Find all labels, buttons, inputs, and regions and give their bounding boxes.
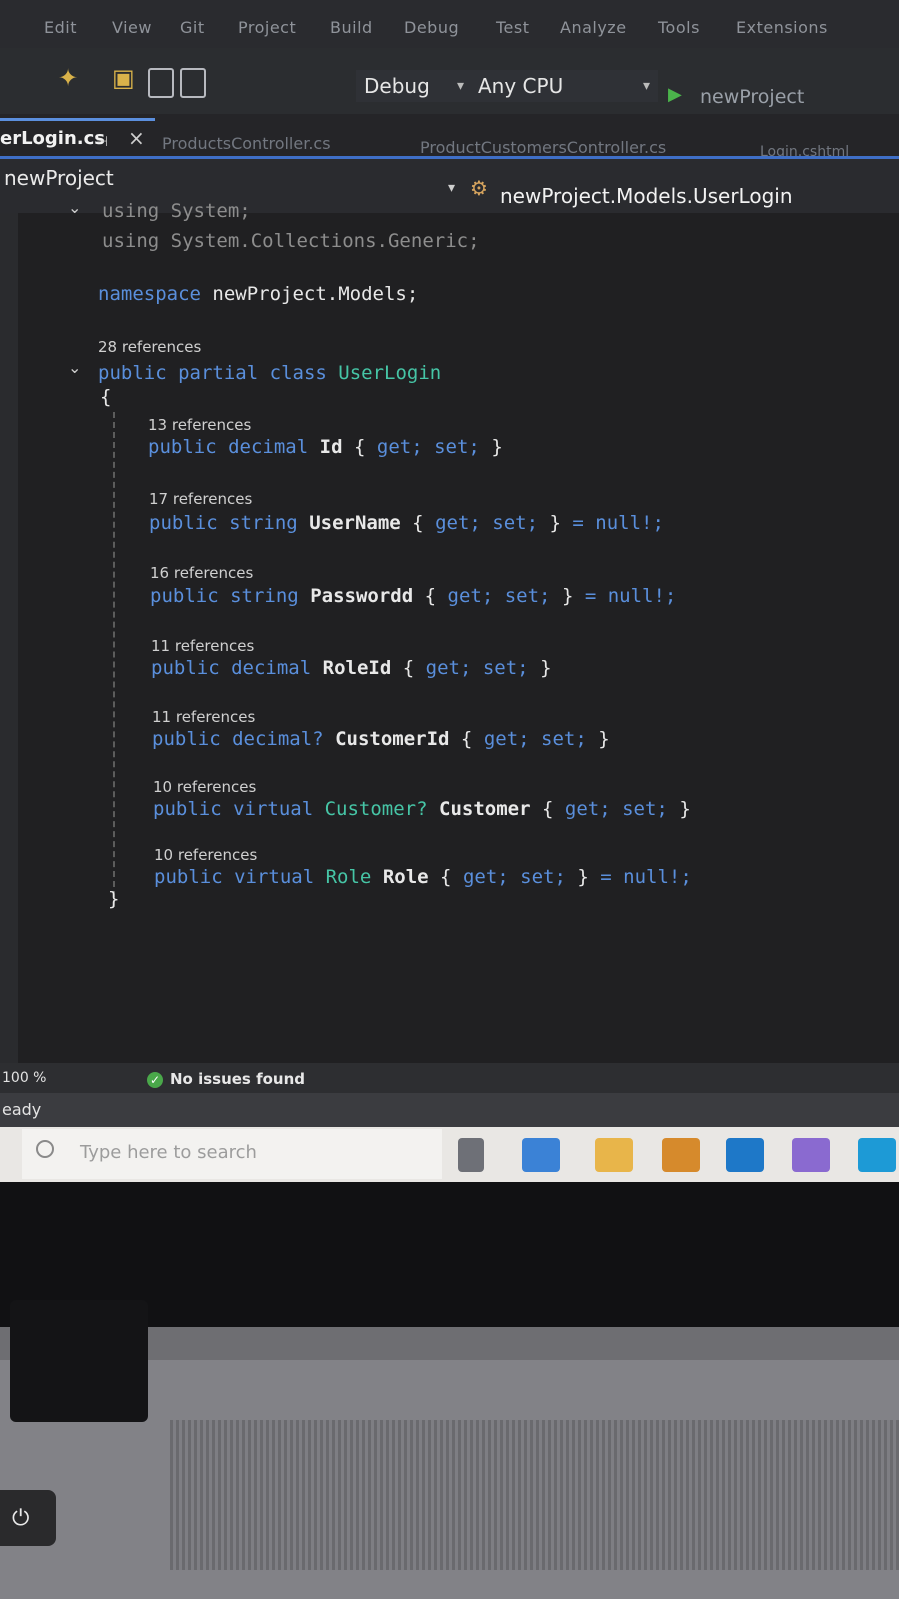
zoom-level[interactable]: 100 % [2,1070,46,1086]
new-project-icon[interactable]: ✦ [58,64,78,92]
chevron-down-icon[interactable]: ⌄ [68,358,81,377]
task-view-icon[interactable] [458,1138,484,1172]
editor-gutter [0,213,18,1063]
property-line: public string UserName { get; set; } = n… [149,512,664,534]
class-references[interactable]: 28 references [98,338,201,356]
platform-value: Any CPU [478,74,564,98]
power-icon: ⏻ [12,1506,30,1531]
menu-edit[interactable]: Edit [44,18,77,37]
chevron-down-icon: ▾ [448,180,456,196]
menu-debug[interactable]: Debug [404,18,459,37]
property-references[interactable]: 16 references [150,564,253,582]
chevron-down-icon[interactable]: ⌄ [68,198,81,217]
property-references[interactable]: 11 references [151,637,254,655]
property-line: public virtual Customer? Customer { get;… [153,798,691,820]
property-line: public decimal Id { get; set; } [148,436,503,458]
close-icon[interactable]: × [128,126,145,150]
class-icon: ⚙ [470,176,488,200]
edge-icon[interactable] [522,1138,560,1172]
tab-products-controller[interactable]: ProductsController.cs [162,134,331,153]
using-line-2: using System.Collections.Generic; [102,230,480,252]
run-target[interactable]: newProject [700,86,804,108]
property-line: public virtual Role Role { get; set; } =… [154,866,692,888]
property-line: public decimal RoleId { get; set; } [151,657,552,679]
search-icon [36,1140,54,1158]
configuration-value: Debug [364,74,430,98]
check-icon: ✓ [147,1072,163,1088]
issues-indicator[interactable]: No issues found [170,1070,305,1088]
save-icon[interactable] [148,68,174,98]
menu-build[interactable]: Build [330,18,373,37]
menu-test[interactable]: Test [496,18,530,37]
active-tab-indicator [0,118,155,121]
namespace-line: namespace newProject.Models; [98,283,419,305]
property-line: public string Passwordd { get; set; } = … [150,585,677,607]
outlook-icon[interactable] [726,1138,764,1172]
menu-extensions[interactable]: Extensions [736,18,828,37]
menu-git[interactable]: Git [180,18,205,37]
speaker-grille [170,1420,899,1570]
property-references[interactable]: 10 references [154,846,257,864]
run-icon[interactable]: ▶ [668,84,682,105]
status-bar [0,1093,899,1127]
menu-analyze[interactable]: Analyze [560,18,627,37]
menu-project[interactable]: Project [238,18,296,37]
file-explorer-icon[interactable] [595,1138,633,1172]
visual-studio-icon[interactable] [792,1138,830,1172]
pin-icon[interactable]: ⊣ [96,134,108,150]
using-line-1: using System; [102,200,251,222]
indent-guide [113,412,115,907]
laptop-hinge [10,1300,148,1422]
configuration-select[interactable]: Debug ▾ [356,70,472,102]
search-placeholder[interactable]: Type here to search [80,1142,257,1163]
menu-tools[interactable]: Tools [658,18,700,37]
project-dropdown[interactable]: newProject [4,166,114,190]
open-brace: { [100,386,112,408]
status-text: eady [2,1100,42,1119]
app-icon[interactable] [858,1138,896,1172]
chevron-down-icon: ▾ [456,78,464,94]
property-references[interactable]: 10 references [153,778,256,796]
member-dropdown[interactable]: newProject.Models.UserLogin [500,184,793,208]
platform-select[interactable]: Any CPU ▾ [470,70,658,102]
property-references[interactable]: 11 references [152,708,255,726]
property-references[interactable]: 13 references [148,416,251,434]
tab-productcustomers-controller[interactable]: ProductCustomersController.cs [420,138,666,157]
close-brace: } [108,888,120,910]
property-line: public decimal? CustomerId { get; set; } [152,728,610,750]
chevron-down-icon: ▾ [642,78,650,94]
open-folder-icon[interactable]: ▣ [112,64,135,92]
store-icon[interactable] [662,1138,700,1172]
save-all-icon[interactable] [180,68,206,98]
class-declaration: public partial class UserLogin [98,362,442,384]
editor-status-bar [0,1063,899,1093]
tab-userlogin[interactable]: erLogin.cs [0,128,105,149]
menu-view[interactable]: View [112,18,152,37]
property-references[interactable]: 17 references [149,490,252,508]
